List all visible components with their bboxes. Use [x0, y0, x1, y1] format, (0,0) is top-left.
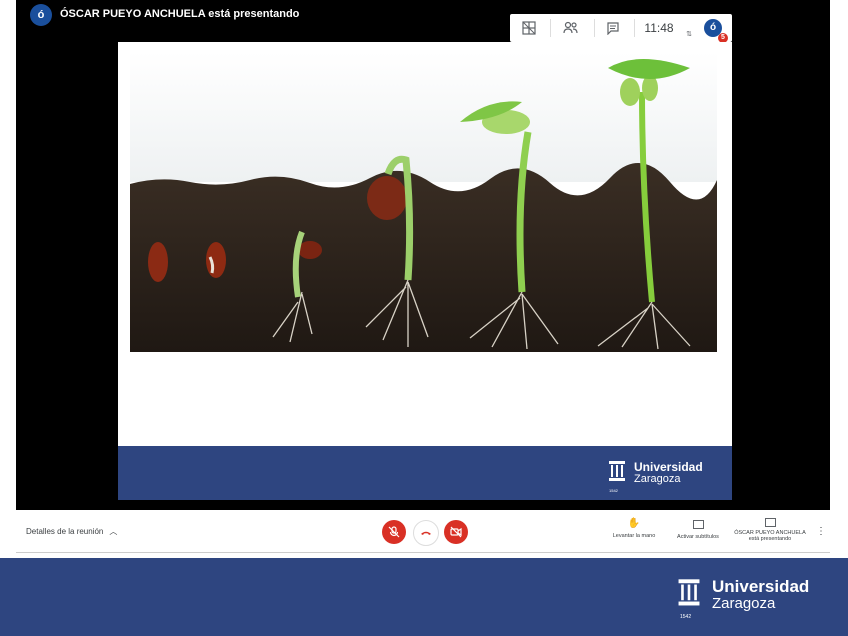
network-icon: ⇅ [686, 31, 692, 38]
captions-icon [692, 520, 704, 529]
slide-footer: Universidad Zaragoza 1542 [118, 446, 732, 500]
camera-off-icon [450, 526, 462, 538]
presenter-avatar-letter: ó [37, 9, 45, 21]
meeting-details-button[interactable]: Detalles de la reunión ︿ [26, 526, 117, 537]
presenting-button[interactable]: ÓSCAR PUEYO ANCHUELA está presentando [732, 518, 808, 542]
university-emblem-icon [609, 461, 625, 481]
presenting-label-2: está presentando [748, 536, 792, 542]
raise-hand-icon: ✋ [627, 518, 641, 529]
grid-layout-button[interactable] [514, 14, 544, 42]
more-options-button[interactable]: ⋮ [816, 526, 826, 537]
banner-logo-year: 1542 [680, 614, 692, 620]
network-indicator: ⇅ [682, 14, 696, 42]
self-avatar: ó 5 [704, 19, 728, 43]
banner-emblem-icon [678, 579, 700, 606]
self-avatar-button[interactable]: ó 5 [696, 14, 730, 43]
present-icon [764, 518, 776, 527]
logo-line2: Zaragoza [634, 473, 681, 485]
presenter-avatar: ó [30, 4, 52, 26]
bottom-bar: Detalles de la reunión ︿ ✋ Levantar la m… [16, 512, 830, 553]
university-banner: Universidad Zaragoza 1542 [0, 558, 848, 636]
raise-hand-label: Levantar la mano [612, 533, 656, 539]
chat-icon [607, 22, 619, 35]
divider [634, 19, 635, 37]
logo-line1: Universidad [634, 460, 703, 474]
logo-year: 1542 [609, 488, 618, 493]
meeting-details-label: Detalles de la reunión [26, 527, 104, 536]
captions-button[interactable]: Activar subtítulos [672, 518, 724, 540]
meeting-control-panel: 11:48 ⇅ ó 5 [510, 14, 732, 43]
participants-button[interactable] [556, 14, 586, 42]
clock: 11:48 [636, 14, 682, 42]
university-logo: Universidad Zaragoza [608, 460, 703, 486]
banner-logo-line2: Zaragoza [712, 595, 776, 612]
divider [550, 19, 551, 37]
clock-time: 11:48 [644, 21, 674, 35]
seed-germination-photo [130, 52, 717, 352]
banner-logo: Universidad Zaragoza [676, 578, 809, 612]
hangup-button[interactable] [413, 520, 439, 546]
mic-toggle-button[interactable] [382, 520, 406, 544]
banner-logo-line1: Universidad [712, 577, 810, 596]
grid-icon [522, 21, 536, 35]
presentation-slide: Universidad Zaragoza 1542 [118, 42, 732, 500]
more-vert-icon: ⋮ [816, 526, 826, 537]
chevron-up-icon: ︿ [109, 527, 118, 536]
people-icon [563, 21, 578, 34]
mic-off-icon [388, 526, 400, 538]
presenter-title: ÓSCAR PUEYO ANCHUELA está presentando [60, 8, 300, 20]
chat-button[interactable] [598, 14, 628, 42]
raise-hand-button[interactable]: ✋ Levantar la mano [608, 518, 660, 539]
hangup-icon [421, 531, 431, 535]
divider [594, 19, 595, 37]
captions-label: Activar subtítulos [677, 534, 719, 540]
camera-toggle-button[interactable] [444, 520, 468, 544]
